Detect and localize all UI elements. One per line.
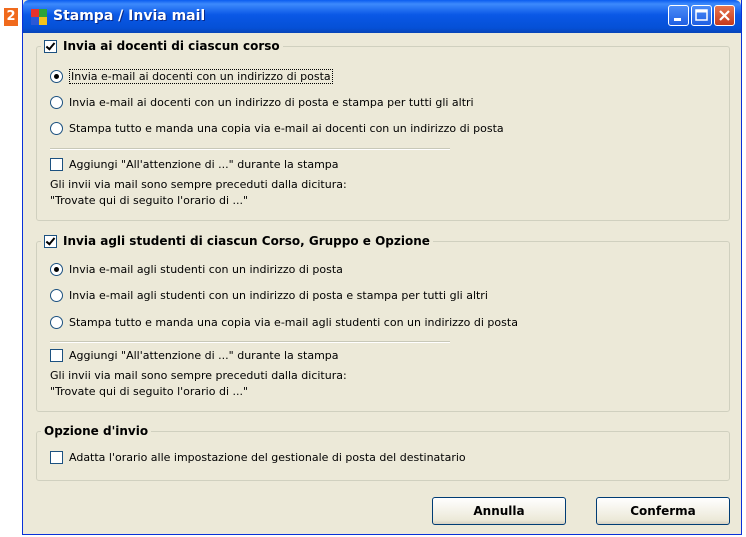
students-option-3[interactable]: Stampa tutto e manda una copia via e-mai… bbox=[50, 316, 518, 329]
minimize-icon bbox=[674, 18, 681, 21]
teachers-group-title: Invia ai docenti di ciascun corso bbox=[63, 39, 280, 53]
option-label: Stampa tutto e manda una copia via e-mai… bbox=[69, 316, 518, 329]
teachers-option-3[interactable]: Stampa tutto e manda una copia via e-mai… bbox=[50, 122, 504, 135]
students-attention-option[interactable]: Aggiungi "All'attenzione di ..." durante… bbox=[50, 349, 339, 362]
teachers-attention-option[interactable]: Aggiungi "All'attenzione di ..." durante… bbox=[50, 158, 339, 171]
step-badge: 2 bbox=[4, 8, 18, 26]
students-note: Gli invii via mail sono sempre preceduti… bbox=[50, 368, 347, 400]
adapt-schedule-checkbox[interactable] bbox=[50, 451, 63, 464]
dialog-window: Stampa / Invia mail Invia ai docenti di … bbox=[22, 0, 742, 535]
students-group-legend[interactable]: Invia agli studenti di ciascun Corso, Gr… bbox=[41, 234, 433, 248]
close-button[interactable] bbox=[714, 5, 735, 26]
close-icon bbox=[719, 10, 730, 21]
maximize-button[interactable] bbox=[691, 5, 712, 26]
students-note-line-2: "Trovate qui di seguito l'orario di ..." bbox=[50, 385, 249, 398]
send-options-legend: Opzione d'invio bbox=[41, 424, 151, 438]
option-label: Invia e-mail ai docenti con un indirizzo… bbox=[69, 96, 474, 109]
minimize-button[interactable] bbox=[668, 5, 689, 26]
window-title: Stampa / Invia mail bbox=[53, 8, 206, 24]
radio-button[interactable] bbox=[50, 70, 63, 83]
students-note-line-1: Gli invii via mail sono sempre preceduti… bbox=[50, 369, 347, 382]
students-option-1[interactable]: Invia e-mail agli studenti con un indiri… bbox=[50, 263, 343, 276]
teachers-group-legend[interactable]: Invia ai docenti di ciascun corso bbox=[41, 39, 283, 53]
maximize-icon bbox=[695, 9, 708, 21]
app-icon bbox=[31, 9, 47, 25]
separator bbox=[50, 148, 450, 150]
teachers-attention-label: Aggiungi "All'attenzione di ..." durante… bbox=[69, 158, 339, 171]
radio-button[interactable] bbox=[50, 316, 63, 329]
radio-button[interactable] bbox=[50, 96, 63, 109]
option-label: Invia e-mail agli studenti con un indiri… bbox=[69, 263, 343, 276]
option-label: Invia e-mail ai docenti con un indirizzo… bbox=[69, 69, 333, 84]
teachers-option-2[interactable]: Invia e-mail ai docenti con un indirizzo… bbox=[50, 96, 474, 109]
option-label: Invia e-mail agli studenti con un indiri… bbox=[69, 289, 488, 302]
radio-button[interactable] bbox=[50, 263, 63, 276]
teachers-enable-checkbox[interactable] bbox=[44, 39, 57, 53]
teachers-attention-checkbox[interactable] bbox=[50, 158, 63, 171]
send-options-title: Opzione d'invio bbox=[44, 424, 149, 438]
radio-button[interactable] bbox=[50, 122, 63, 135]
teachers-option-1[interactable]: Invia e-mail ai docenti con un indirizzo… bbox=[50, 69, 333, 84]
teachers-note-line-1: Gli invii via mail sono sempre preceduti… bbox=[50, 178, 347, 191]
radio-button[interactable] bbox=[50, 289, 63, 302]
confirm-button[interactable]: Conferma bbox=[596, 497, 730, 525]
students-option-2[interactable]: Invia e-mail agli studenti con un indiri… bbox=[50, 289, 488, 302]
title-bar[interactable]: Stampa / Invia mail bbox=[23, 0, 741, 33]
teachers-note: Gli invii via mail sono sempre preceduti… bbox=[50, 177, 347, 209]
students-group-title: Invia agli studenti di ciascun Corso, Gr… bbox=[63, 234, 430, 248]
students-attention-label: Aggiungi "All'attenzione di ..." durante… bbox=[69, 349, 339, 362]
students-attention-checkbox[interactable] bbox=[50, 349, 63, 362]
teachers-note-line-2: "Trovate qui di seguito l'orario di ..." bbox=[50, 194, 249, 207]
students-enable-checkbox[interactable] bbox=[44, 234, 57, 248]
adapt-schedule-label: Adatta l'orario alle impostazione del ge… bbox=[69, 451, 466, 464]
option-label: Stampa tutto e manda una copia via e-mai… bbox=[69, 122, 504, 135]
separator bbox=[50, 341, 450, 343]
cancel-button[interactable]: Annulla bbox=[432, 497, 566, 525]
adapt-schedule-option[interactable]: Adatta l'orario alle impostazione del ge… bbox=[50, 451, 466, 464]
